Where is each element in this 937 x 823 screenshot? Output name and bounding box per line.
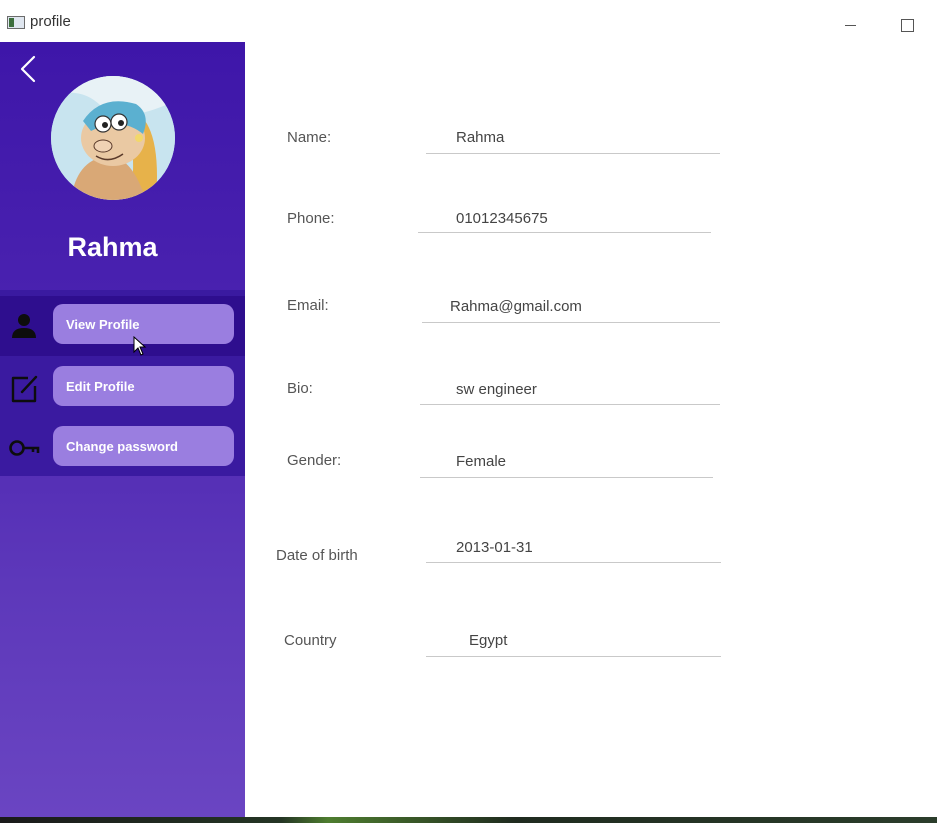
user-name: Rahma — [67, 232, 158, 262]
window-title: profile — [30, 13, 71, 30]
bio-underline — [420, 404, 720, 405]
avatar-image — [51, 76, 175, 200]
dob-underline — [426, 562, 721, 563]
profile-window: profile Rahma View Profile Edit Profile … — [0, 0, 937, 817]
menu-row-edit-profile: Edit Profile — [0, 359, 245, 419]
gender-underline — [420, 477, 713, 478]
change-password-button[interactable]: Change password — [53, 426, 234, 466]
email-value: Rahma@gmail.com — [450, 298, 582, 315]
maximize-icon — [900, 18, 914, 32]
person-icon — [12, 314, 36, 338]
desktop-background — [0, 817, 937, 823]
edit-profile-button[interactable]: Edit Profile — [53, 366, 234, 406]
dob-value: 2013-01-31 — [456, 539, 533, 556]
bio-label: Bio: — [287, 380, 313, 397]
maximize-button[interactable] — [884, 8, 930, 42]
back-arrow-icon[interactable] — [14, 54, 44, 84]
country-value: Egypt — [469, 632, 508, 649]
name-value: Rahma — [456, 129, 505, 146]
minimize-button[interactable] — [827, 8, 873, 42]
key-icon — [9, 440, 40, 456]
avatar — [51, 76, 175, 200]
mouse-cursor-icon — [133, 336, 147, 356]
name-label: Name: — [287, 129, 332, 146]
title-bar: profile — [0, 4, 937, 42]
email-label: Email: — [287, 297, 329, 314]
bio-value: sw engineer — [456, 381, 537, 398]
gender-value: Female — [456, 453, 507, 470]
email-underline — [422, 322, 720, 323]
edit-icon — [11, 375, 38, 403]
country-underline — [426, 656, 721, 657]
name-underline — [426, 153, 720, 154]
menu-row-change-password: Change password — [0, 418, 245, 478]
country-label: Country — [284, 632, 337, 649]
phone-underline — [418, 232, 711, 233]
phone-value: 01012345675 — [456, 210, 548, 227]
menu-panel: View Profile Edit Profile Change passwor… — [0, 290, 245, 476]
menu-row-view-profile: View Profile — [0, 296, 245, 356]
phone-label: Phone: — [287, 210, 335, 227]
gender-label: Gender: — [287, 452, 342, 469]
minimize-icon — [844, 24, 856, 26]
app-icon — [7, 16, 25, 29]
sidebar: Rahma View Profile Edit Profile Change p… — [0, 42, 245, 817]
dob-label: Date of birth — [276, 547, 358, 564]
